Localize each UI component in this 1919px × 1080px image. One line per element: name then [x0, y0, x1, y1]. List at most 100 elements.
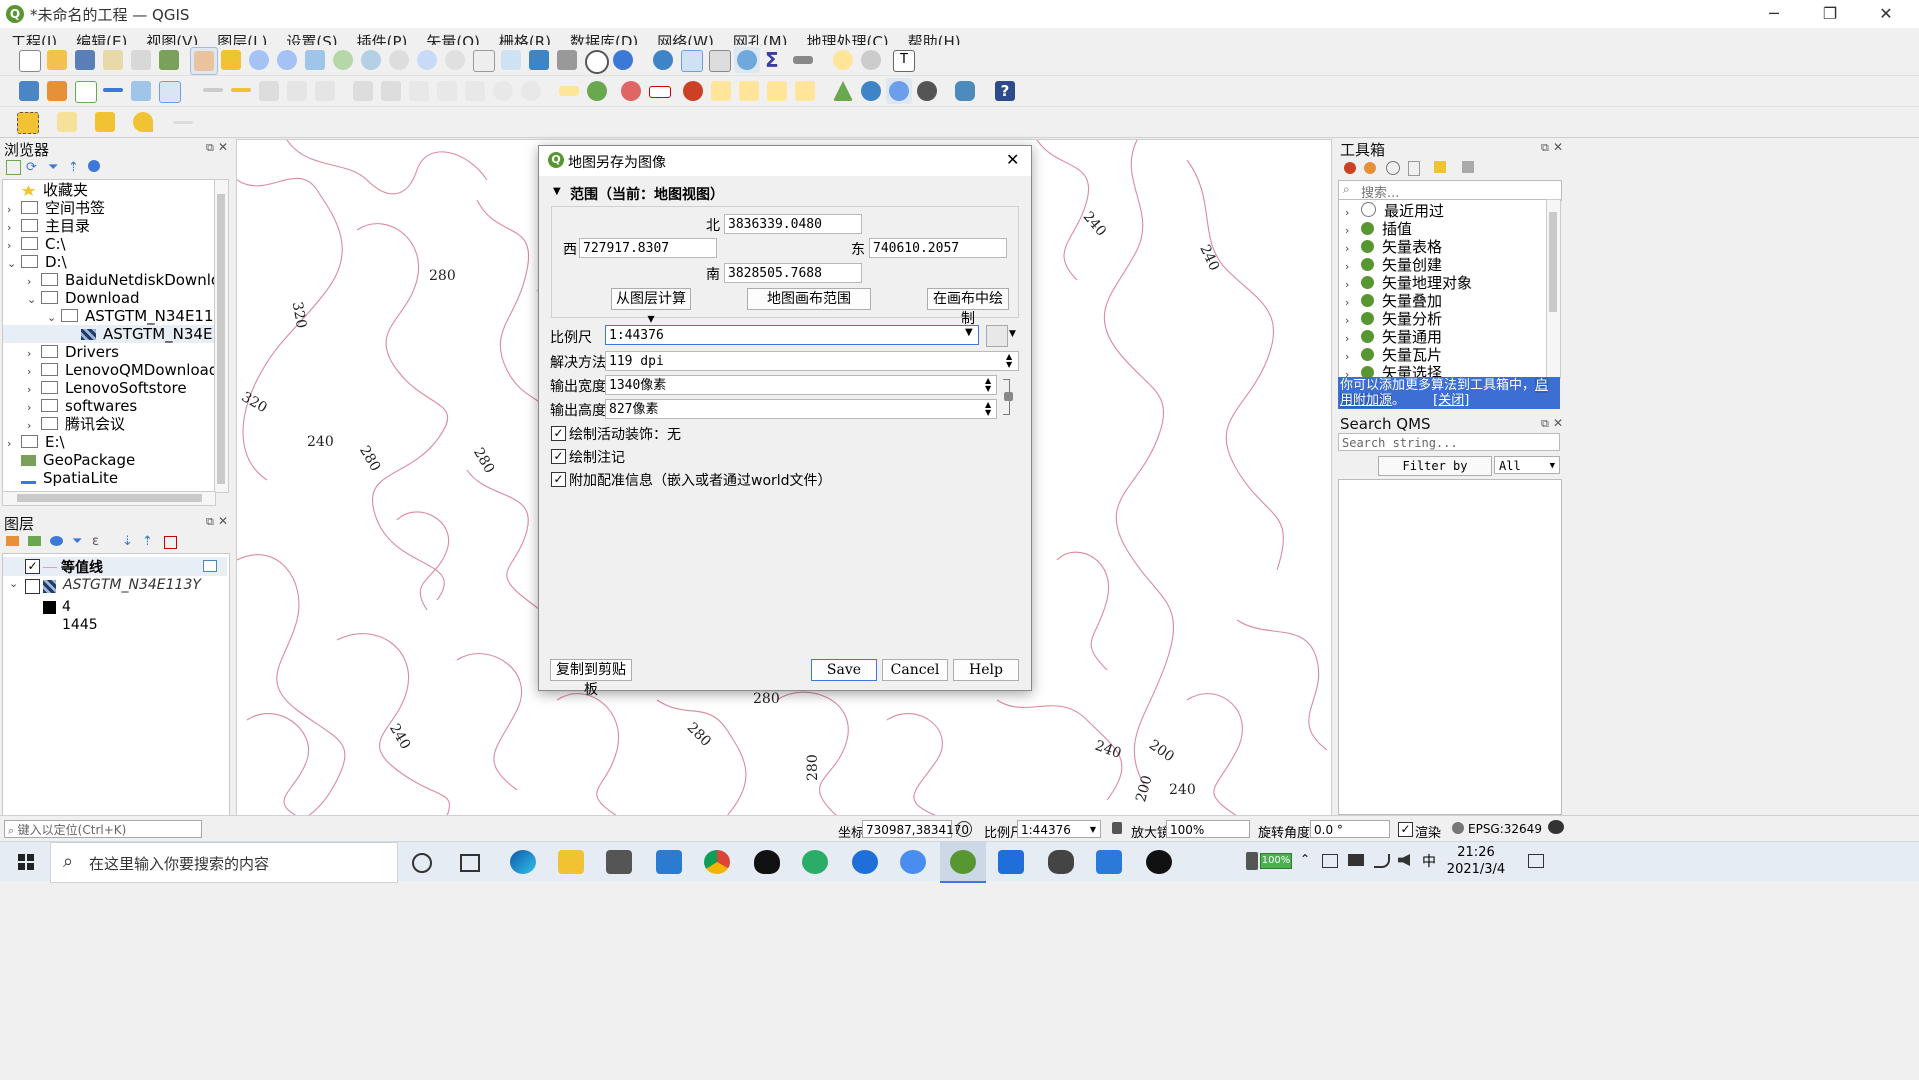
toolbox-group[interactable]: › 矢量创建 [1339, 256, 1442, 274]
temporal-controller-icon[interactable] [582, 47, 609, 74]
layer-label[interactable]: ASTGTM_N34E113Y [63, 577, 201, 593]
python-console-icon[interactable] [952, 78, 978, 104]
expand-all-icon[interactable]: ⇣ [122, 534, 133, 549]
select-features-icon[interactable] [14, 109, 40, 135]
properties-icon[interactable] [88, 160, 100, 172]
filter-legend-icon[interactable]: ⏷ [72, 534, 82, 549]
filter-by-extent-button[interactable]: Filter by extent [1378, 456, 1492, 491]
new-3d-view-icon[interactable] [498, 47, 524, 73]
browser-item[interactable]: ASTGTM_N34E113 [3, 325, 215, 343]
style-layer-icon[interactable] [6, 536, 19, 546]
globe-icon[interactable] [858, 78, 884, 104]
toolbox-vscrollbar[interactable] [1546, 199, 1561, 379]
taskbar-search-box[interactable]: ⌕ 在这里输入你要搜索的内容 [50, 842, 398, 883]
zoom-in-icon[interactable] [246, 47, 272, 73]
layer-label[interactable]: 等值线 [61, 557, 103, 577]
collapse-arrow-icon[interactable]: ▼ [553, 186, 561, 197]
scale-from-map-icon[interactable] [986, 325, 1008, 347]
windows-start-icon[interactable] [18, 854, 34, 870]
zoom-next-icon[interactable] [442, 47, 468, 73]
browser-item[interactable]: › softwares [3, 397, 137, 415]
messages-icon[interactable] [1548, 820, 1564, 834]
browser-item[interactable]: › LenovoSoftstore [3, 379, 187, 397]
save-project-icon[interactable] [72, 47, 98, 73]
new-bookmark-icon[interactable] [526, 47, 552, 73]
filter-icon[interactable]: ⏷ [48, 160, 58, 175]
quickmap-services-icon[interactable] [914, 78, 940, 104]
browser-item[interactable]: › Drivers [3, 343, 119, 361]
panel-float-icon[interactable]: ⧉ [206, 515, 214, 529]
refresh-icon[interactable] [610, 47, 636, 73]
save-edits-icon[interactable] [256, 78, 282, 104]
expand-arrow-icon[interactable]: ⌄ [9, 577, 18, 590]
toolbox-group[interactable]: › 矢量地理对象 [1339, 274, 1472, 292]
panel-close-icon[interactable]: ✕ [218, 514, 228, 528]
toolbox-group[interactable]: › 矢量表格 [1339, 238, 1442, 256]
toolbox-search-input[interactable]: ⌕ 搜索... [1338, 180, 1562, 201]
calc-from-layer-button[interactable]: 从图层计算 ▾ [611, 288, 691, 327]
lock-aspect-icon[interactable] [1004, 392, 1013, 401]
mail-icon[interactable] [606, 850, 632, 874]
new-layout-icon[interactable] [100, 47, 126, 73]
toggle-coord-icon[interactable] [956, 821, 972, 837]
copy-features-icon[interactable] [434, 78, 460, 104]
scrollbar-thumb[interactable] [217, 194, 225, 484]
zoom-layer-icon[interactable] [358, 47, 384, 73]
minimize-button[interactable]: ─ [1746, 0, 1802, 28]
select-location-icon[interactable] [130, 109, 156, 135]
layer-visibility-checkbox[interactable] [25, 579, 40, 594]
pan-to-selection-icon[interactable] [218, 47, 244, 73]
chevron-down-icon[interactable]: ▼ [965, 327, 973, 338]
panel-close-icon[interactable]: ✕ [218, 140, 228, 154]
vscode-icon[interactable] [656, 850, 682, 874]
remove-layer-icon[interactable] [164, 536, 177, 549]
network-icon[interactable] [1348, 854, 1364, 866]
tencent-meeting-icon[interactable] [998, 850, 1024, 874]
panel-close-icon[interactable]: ✕ [1553, 140, 1563, 154]
restore-button[interactable]: ❐ [1802, 0, 1858, 28]
clock[interactable]: 21:26 2021/3/4 [1446, 844, 1506, 878]
cancel-button[interactable]: Cancel [882, 659, 948, 681]
collapse-all-icon[interactable]: ⇡ [68, 160, 79, 175]
highlight-labels-icon[interactable] [646, 78, 672, 104]
style-manager-icon[interactable] [156, 47, 182, 73]
notification-icon[interactable] [1528, 854, 1544, 868]
toolbox-group[interactable]: › 矢量分析 [1339, 310, 1442, 328]
add-group-icon[interactable] [28, 536, 41, 546]
new-virtual-layer-icon[interactable] [156, 78, 182, 104]
options-icon[interactable] [1462, 161, 1474, 173]
globe-settings-icon[interactable] [886, 78, 912, 104]
undo-icon[interactable] [490, 78, 516, 104]
pan-map-icon[interactable] [190, 47, 218, 75]
zoom-native-icon[interactable] [386, 47, 412, 73]
add-layer-icon[interactable] [6, 160, 21, 175]
map-tips-icon[interactable] [830, 47, 856, 73]
layout-manager-icon[interactable] [128, 47, 154, 73]
modify-attributes-icon[interactable] [350, 78, 376, 104]
panel-close-icon[interactable]: ✕ [1553, 416, 1563, 430]
west-input[interactable]: 727917.8307 [579, 238, 717, 258]
north-input[interactable]: 3836339.0480 [724, 214, 862, 234]
spinner-arrows-icon[interactable]: ▲ ▼ [985, 377, 991, 393]
label-tool-icon[interactable] [556, 78, 582, 104]
zoom-last-icon[interactable] [414, 47, 440, 73]
edit-features-in-place-icon[interactable] [1434, 161, 1446, 173]
coordinate-input[interactable]: 730987,3834170 [862, 820, 969, 838]
ime-indicator[interactable]: 中 [1422, 851, 1436, 871]
manage-visibility-icon[interactable] [50, 536, 63, 546]
delete-selected-icon[interactable] [378, 78, 404, 104]
baidu-netdisk-icon[interactable] [900, 850, 926, 874]
browser-hscrollbar[interactable] [2, 491, 216, 506]
spinner-arrows-icon[interactable]: ▲ ▼ [985, 401, 991, 417]
toolbox-group[interactable]: › 矢量通用 [1339, 328, 1442, 346]
draw-decorations-checkbox[interactable]: ✓ [551, 426, 566, 441]
chevron-down-icon[interactable]: ▼ [1009, 329, 1016, 339]
browser-item[interactable]: › E:\ [3, 433, 65, 451]
georef-checkbox[interactable]: ✓ [551, 472, 566, 487]
volume-icon[interactable] [1398, 854, 1410, 866]
chrome-icon[interactable] [704, 850, 730, 874]
help-icon[interactable]: ? [992, 78, 1018, 104]
measure-line-icon[interactable] [170, 109, 196, 135]
qgis-taskbar-icon[interactable] [950, 850, 976, 874]
attribute-table-icon[interactable] [678, 47, 704, 73]
